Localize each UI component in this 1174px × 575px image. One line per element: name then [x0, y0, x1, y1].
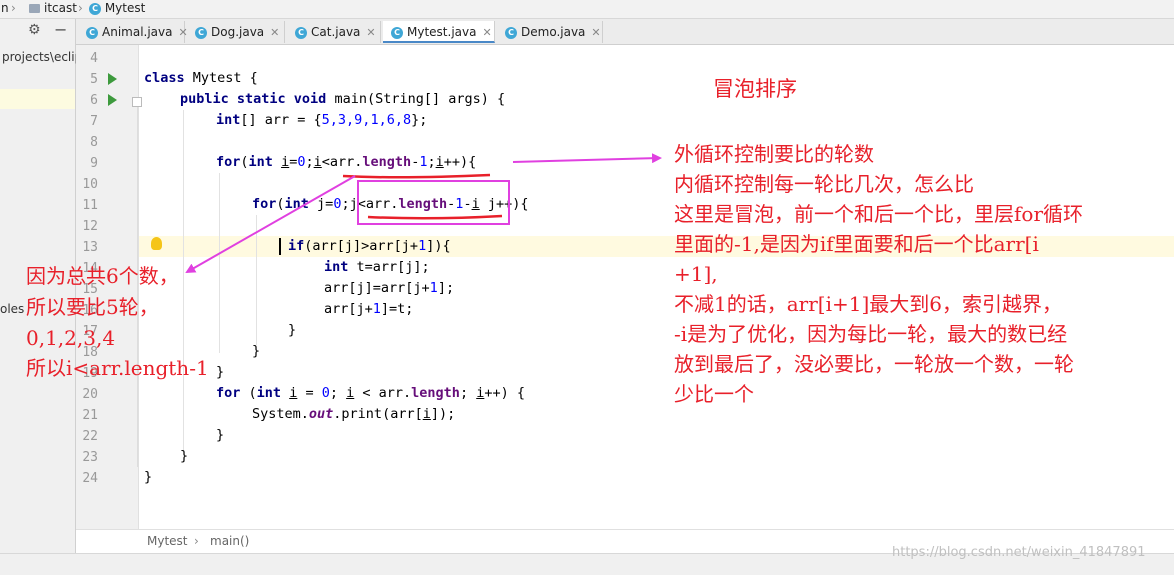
- annotation-right-7: -i是为了优化，因为每比一轮，最大的数已经: [674, 322, 1068, 346]
- annotation-right-5: +1],: [674, 262, 718, 286]
- arrow-right: [512, 153, 662, 164]
- annotation-right-6: 不减1的话，arr[i+1]最大到6，索引越界，: [674, 292, 1062, 316]
- arrow-left: [185, 175, 356, 273]
- annotation-right-4: 里面的-1,是因为if里面要和后一个比arr[i: [674, 232, 1039, 256]
- status-class[interactable]: Mytest: [147, 534, 188, 548]
- status-method[interactable]: main(): [210, 534, 249, 548]
- annotation-right-2: 内循环控制每一轮比几次，怎么比: [674, 172, 974, 196]
- annotation-left-4: 所以i<arr.length-1: [26, 356, 209, 380]
- watermark: https://blog.csdn.net/weixin_41847891: [892, 545, 1146, 560]
- annotation-right-8: 放到最后了，没必要比，一轮放一个数，一轮: [674, 352, 1074, 376]
- annotation-left-1: 因为总共6个数，: [26, 264, 179, 288]
- red-underline: [367, 214, 503, 220]
- annotation-right-9: 少比一个: [674, 382, 754, 406]
- annotation-right-3: 这里是冒泡，前一个和后一个比，里层for循环: [674, 202, 1084, 226]
- annotation-right-1: 外循环控制要比的轮数: [674, 142, 874, 166]
- annotation-left-3: 0,1,2,3,4: [26, 326, 116, 350]
- red-underline: [342, 173, 491, 179]
- annotation-title: 冒泡排序: [713, 77, 797, 101]
- annotation-left-2: 所以要比5轮，: [26, 295, 159, 319]
- status-separator: ›: [194, 534, 199, 548]
